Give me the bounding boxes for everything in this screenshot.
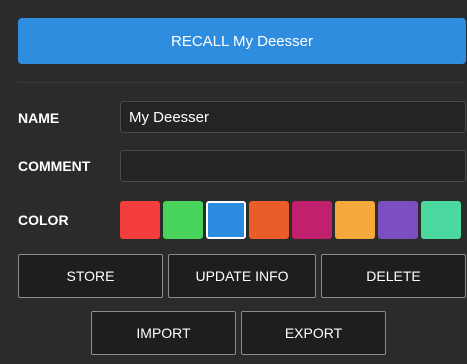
color-swatch-purple[interactable] bbox=[378, 201, 418, 239]
update-info-button[interactable]: UPDATE INFO bbox=[168, 254, 316, 298]
color-label: COLOR bbox=[18, 212, 69, 228]
color-swatch-blue[interactable] bbox=[206, 201, 246, 239]
color-swatch-red[interactable] bbox=[120, 201, 160, 239]
divider bbox=[18, 82, 466, 83]
color-swatch-amber[interactable] bbox=[335, 201, 375, 239]
import-button[interactable]: IMPORT bbox=[91, 311, 236, 355]
comment-label: COMMENT bbox=[18, 158, 91, 174]
delete-button[interactable]: DELETE bbox=[321, 254, 466, 298]
color-swatch-magenta[interactable] bbox=[292, 201, 332, 239]
color-swatch-green[interactable] bbox=[163, 201, 203, 239]
name-label: NAME bbox=[18, 110, 60, 126]
recall-button[interactable]: RECALL My Deesser bbox=[18, 18, 466, 64]
color-swatch-orange[interactable] bbox=[249, 201, 289, 239]
color-swatches bbox=[120, 201, 461, 239]
name-field[interactable]: My Deesser bbox=[120, 101, 466, 133]
comment-field[interactable] bbox=[120, 150, 466, 182]
store-button[interactable]: STORE bbox=[18, 254, 163, 298]
color-swatch-mint[interactable] bbox=[421, 201, 461, 239]
export-button[interactable]: EXPORT bbox=[241, 311, 386, 355]
